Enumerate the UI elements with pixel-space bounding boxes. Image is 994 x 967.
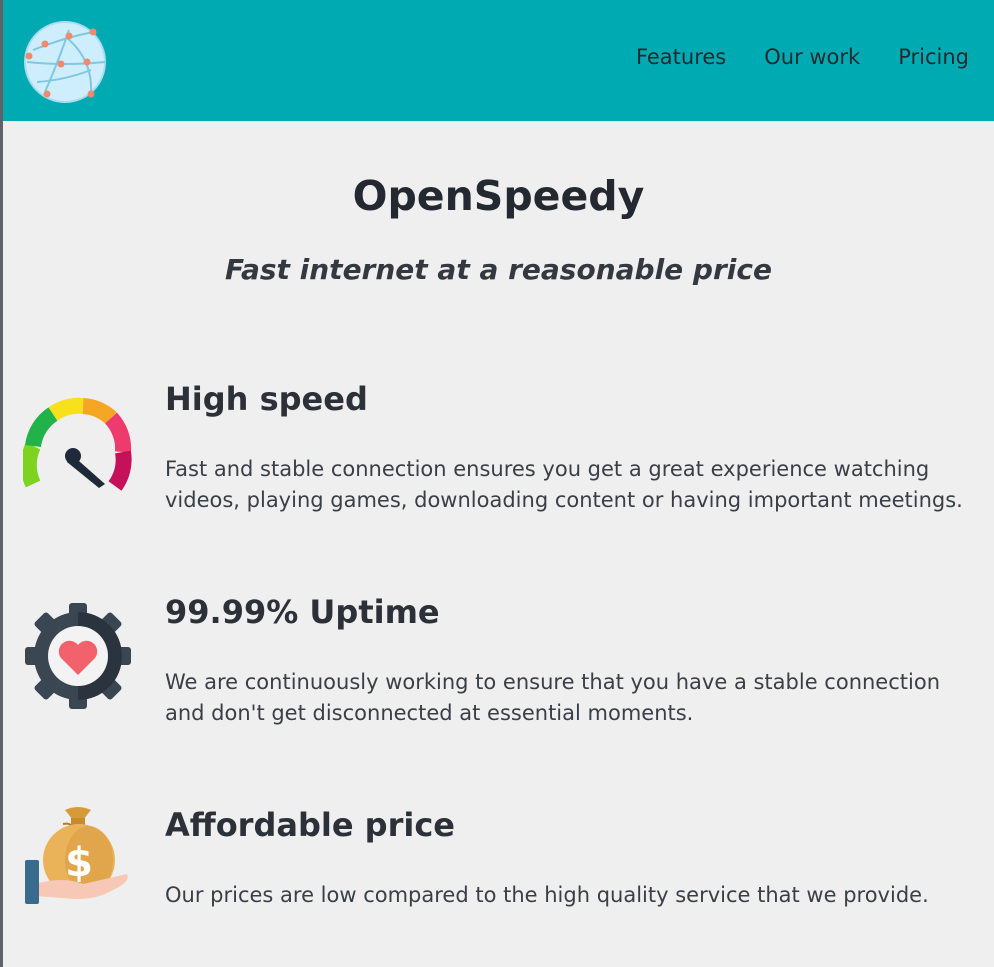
feature-description: Our prices are low compared to the high … <box>165 883 929 907</box>
feature-title: High speed <box>165 380 368 418</box>
nav-link-features[interactable]: Features <box>636 45 726 69</box>
page-title: OpenSpeedy <box>352 172 645 220</box>
gear-heart-icon <box>25 603 131 709</box>
speedometer-icon <box>23 397 132 491</box>
globe-network-icon[interactable] <box>23 20 107 104</box>
feature-description: We are continuously working to ensure th… <box>165 670 941 725</box>
feature-title: Affordable price <box>165 806 455 844</box>
main-nav: Features Our work Pricing <box>636 45 969 69</box>
nav-link-our-work[interactable]: Our work <box>764 45 860 69</box>
site-header: Features Our work Pricing <box>3 0 994 121</box>
page-subtitle: Fast internet at a reasonable price <box>225 253 772 286</box>
feature-title: 99.99% Uptime <box>165 593 440 631</box>
money-bag-hand-icon: $ <box>25 807 128 904</box>
svg-text:$: $ <box>65 840 93 886</box>
nav-link-pricing[interactable]: Pricing <box>898 45 969 69</box>
feature-description: Fast and stable connection ensures you g… <box>165 457 963 512</box>
